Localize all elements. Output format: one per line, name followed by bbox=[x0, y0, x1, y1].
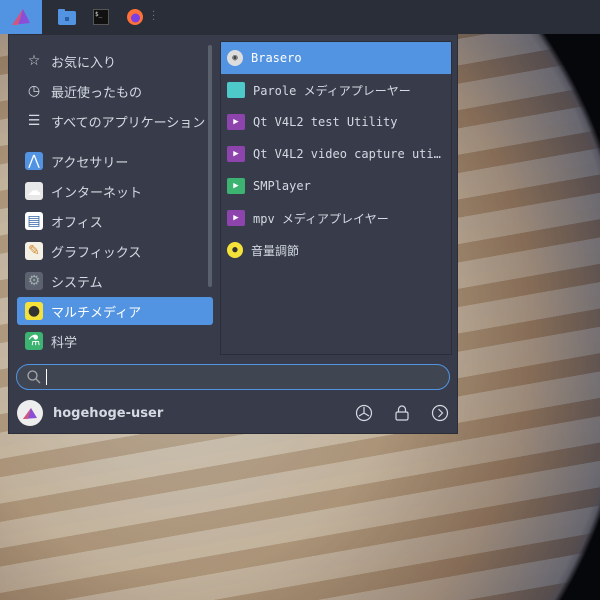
app-item[interactable]: Parole メディアプレーヤー bbox=[221, 74, 451, 106]
chevron-right-circle-icon bbox=[431, 404, 449, 422]
search-icon bbox=[27, 370, 41, 384]
application-menu: ☆ お気に入り ◷ 最近使ったもの ☰ すべてのアプリケーション ⋀ アクセサリー ☁ インターネ… bbox=[8, 34, 458, 434]
disc-icon: ◉ bbox=[227, 50, 243, 66]
taskbar: $_ · · · bbox=[0, 0, 600, 34]
category-label: インターネット bbox=[51, 185, 143, 201]
terminal-launcher[interactable]: $_ bbox=[84, 0, 118, 34]
app-item[interactable]: ▶ mpv メディアプレイヤー bbox=[221, 202, 451, 234]
app-label: Qt V4L2 test Utility bbox=[253, 115, 398, 129]
category-label: 最近使ったもの bbox=[51, 85, 143, 101]
category-label: 科学 bbox=[51, 335, 78, 351]
cloud-icon: ☁ bbox=[25, 182, 43, 200]
category-label: アクセサリー bbox=[51, 155, 129, 171]
avatar bbox=[17, 400, 43, 426]
play-icon: ▶ bbox=[227, 178, 245, 194]
app-logo-icon bbox=[12, 9, 30, 25]
category-label: オフィス bbox=[51, 215, 103, 231]
settings-button[interactable] bbox=[355, 404, 373, 422]
video-icon: ▶ bbox=[227, 114, 245, 130]
user-bar: hogehoge-user bbox=[17, 399, 449, 427]
category-item[interactable]: ☁ インターネット bbox=[17, 177, 213, 205]
category-item[interactable]: ● マルチメディア bbox=[17, 297, 213, 325]
app-item[interactable]: ▶ Qt V4L2 video capture uti… bbox=[221, 138, 451, 170]
accessories-icon: ⋀ bbox=[25, 152, 43, 170]
search-text bbox=[46, 369, 47, 385]
system-icon: ⚙ bbox=[25, 272, 43, 290]
firefox-launcher[interactable] bbox=[118, 0, 152, 34]
list-icon: ☰ bbox=[27, 113, 41, 129]
app-label: SMPlayer bbox=[253, 179, 311, 193]
office-icon: ▤ bbox=[25, 212, 43, 230]
category-label: マルチメディア bbox=[51, 305, 142, 321]
app-label: mpv メディアプレイヤー bbox=[253, 211, 389, 226]
video-icon: ▶ bbox=[227, 210, 245, 226]
app-item[interactable]: ▶ Qt V4L2 test Utility bbox=[221, 106, 451, 138]
category-label: すべてのアプリケーション bbox=[51, 115, 206, 131]
whisker-menu-button[interactable] bbox=[0, 0, 42, 34]
app-list: ◉ Brasero Parole メディアプレーヤー ▶ Qt V4L2 test Ut… bbox=[220, 41, 452, 355]
category-item[interactable]: ⋀ アクセサリー bbox=[17, 147, 213, 175]
username: hogehoge-user bbox=[53, 405, 164, 421]
category-item[interactable]: ✎ グラフィックス bbox=[17, 237, 213, 265]
category-item[interactable]: ⚗ 科学 bbox=[17, 327, 213, 355]
category-scrollbar[interactable] bbox=[208, 45, 212, 287]
lock-screen-button[interactable] bbox=[393, 404, 411, 422]
clock-icon: ◷ bbox=[27, 83, 41, 99]
app-item[interactable]: ● 音量調節 bbox=[221, 234, 451, 266]
category-item[interactable]: ⚙ システム bbox=[17, 267, 213, 295]
settings-icon bbox=[355, 404, 373, 422]
search-input[interactable] bbox=[16, 364, 450, 390]
star-icon: ☆ bbox=[27, 53, 41, 69]
multimedia-icon: ● bbox=[25, 302, 43, 320]
panel-handle[interactable]: · · · bbox=[152, 8, 158, 26]
file-manager-launcher[interactable] bbox=[50, 0, 84, 34]
app-label: Brasero bbox=[251, 51, 302, 65]
science-icon: ⚗ bbox=[25, 332, 43, 350]
category-item[interactable]: ☆ お気に入り bbox=[17, 47, 213, 75]
app-label: Qt V4L2 video capture uti… bbox=[253, 147, 441, 161]
category-item[interactable]: ▤ オフィス bbox=[17, 207, 213, 235]
app-item[interactable]: ▶ SMPlayer bbox=[221, 170, 451, 202]
lock-icon bbox=[395, 405, 409, 421]
category-item[interactable]: ◷ 最近使ったもの bbox=[17, 77, 213, 105]
app-label: 音量調節 bbox=[251, 243, 300, 258]
category-label: グラフィックス bbox=[51, 245, 142, 261]
graphics-icon: ✎ bbox=[25, 242, 43, 260]
firefox-icon bbox=[127, 9, 143, 25]
video-icon: ▶ bbox=[227, 146, 245, 162]
category-label: お気に入り bbox=[51, 55, 117, 71]
logout-button[interactable] bbox=[431, 404, 449, 422]
app-label: Parole メディアプレーヤー bbox=[253, 83, 411, 98]
category-item[interactable]: ☰ すべてのアプリケーション bbox=[17, 107, 213, 135]
terminal-icon: $_ bbox=[93, 9, 109, 25]
volume-icon: ● bbox=[227, 242, 243, 258]
app-item[interactable]: ◉ Brasero bbox=[221, 42, 451, 74]
category-label: システム bbox=[51, 275, 103, 291]
folder-icon bbox=[58, 9, 76, 25]
clapper-icon bbox=[227, 82, 245, 98]
